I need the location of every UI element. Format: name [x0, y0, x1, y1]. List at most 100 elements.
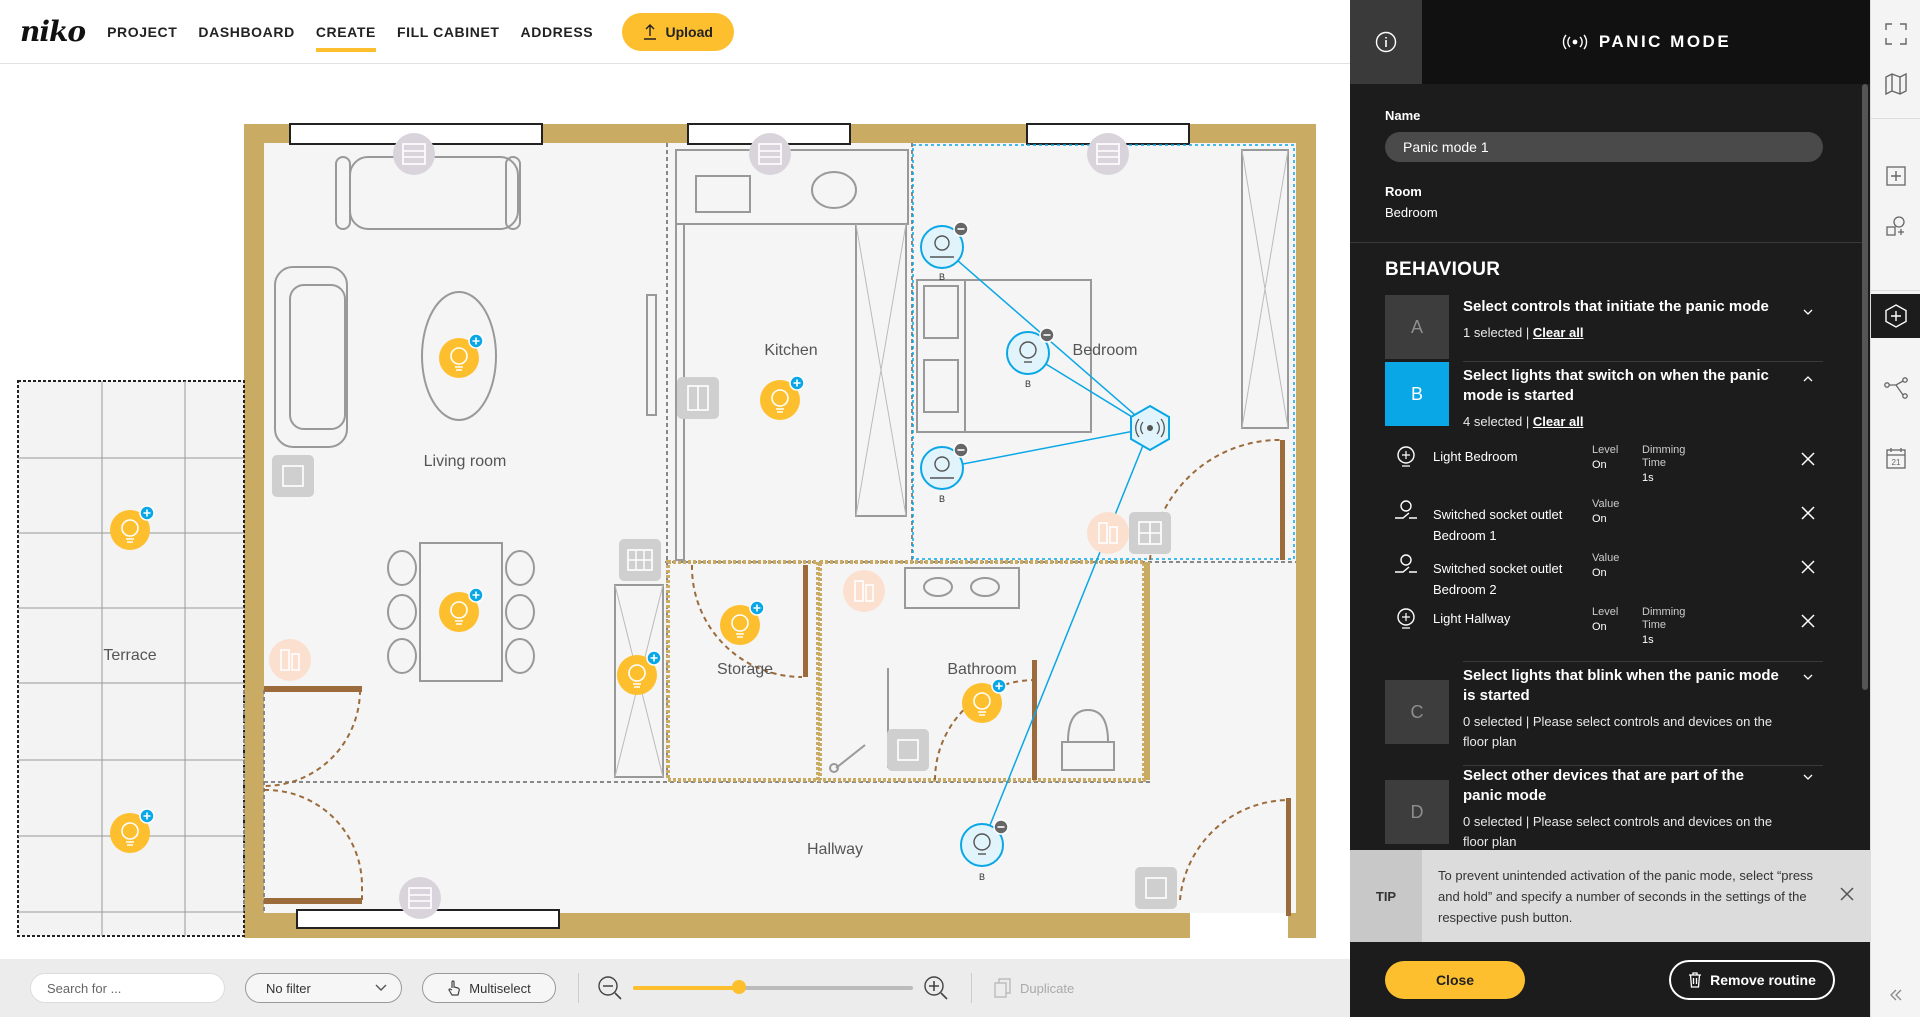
- device-value-value: On: [1592, 513, 1607, 525]
- upload-icon: [644, 23, 657, 40]
- step-b-content: Select lights that switch on when the pa…: [1449, 362, 1823, 429]
- step-b-title: Select lights that switch on when the pa…: [1463, 367, 1769, 404]
- remove-routine-button[interactable]: Remove routine: [1669, 959, 1835, 1000]
- device-row-light-hallway[interactable]: Light Hallway Level On Dimming Time 1s: [1385, 604, 1823, 658]
- step-c-separator: |: [1522, 714, 1533, 729]
- zoom-slider-fill: [633, 986, 740, 990]
- room-label-hallway[interactable]: Hallway: [807, 841, 863, 859]
- zoom-slider-handle[interactable]: [732, 980, 747, 994]
- search-input[interactable]: [30, 973, 225, 1003]
- info-tab[interactable]: [1350, 0, 1422, 84]
- bulb-icon: [1397, 446, 1415, 467]
- device-row-socket-bedroom-1[interactable]: Switched socket outlet Bedroom 1 Value On: [1385, 496, 1823, 550]
- panel-scrollbar[interactable]: [1862, 84, 1868, 690]
- step-c[interactable]: C Select lights that blink when the pani…: [1385, 666, 1823, 766]
- step-a-status: 1 selected | Clear all: [1463, 323, 1787, 343]
- add-shapes-button[interactable]: [1871, 204, 1920, 248]
- step-b-count: 4 selected: [1463, 414, 1523, 429]
- zoom-in-icon[interactable]: [923, 975, 949, 1001]
- connections-button[interactable]: [1871, 366, 1920, 410]
- panel-header: PANIC MODE: [1350, 0, 1870, 84]
- zoom-slider[interactable]: [633, 980, 913, 994]
- close-icon[interactable]: [1840, 887, 1854, 901]
- room-label-terrace[interactable]: Terrace: [103, 647, 156, 665]
- step-b-status: 4 selected | Clear all: [1463, 412, 1787, 432]
- multiselect-button[interactable]: Multiselect: [422, 973, 556, 1003]
- zoom-out-icon[interactable]: [597, 975, 623, 1001]
- device-dimming-value: 1s: [1642, 472, 1654, 484]
- filter-select[interactable]: No filter: [245, 973, 402, 1003]
- floorplan-drawing: [17, 123, 1316, 938]
- step-a-clear-all[interactable]: Clear all: [1533, 325, 1584, 340]
- nav-project[interactable]: PROJECT: [107, 18, 177, 46]
- chevron-up-icon[interactable]: [1803, 374, 1813, 384]
- room-label-storage[interactable]: Storage: [717, 661, 773, 679]
- close-icon[interactable]: [1801, 560, 1815, 574]
- device-dimming: Dimming Time 1s: [1642, 606, 1698, 647]
- step-a-separator: |: [1522, 325, 1533, 340]
- duplicate-button[interactable]: Duplicate: [994, 978, 1074, 998]
- niko-logo[interactable]: niko: [20, 15, 86, 48]
- device-row-socket-bedroom-2[interactable]: Switched socket outlet Bedroom 2 Value On: [1385, 550, 1823, 604]
- step-a-content: Select controls that initiate the panic …: [1449, 295, 1823, 362]
- nav-create[interactable]: CREATE: [315, 18, 377, 52]
- room-label-bathroom[interactable]: Bathroom: [947, 661, 1016, 679]
- room-value: Bedroom: [1385, 205, 1438, 220]
- device-tag-b: B: [938, 272, 946, 282]
- bottom-toolbar: No filter Multiselect Duplicate: [0, 959, 1350, 1017]
- duplicate-label: Duplicate: [1020, 980, 1075, 996]
- device-level-label: Level: [1592, 444, 1619, 456]
- multiselect-label: Multiselect: [469, 980, 531, 996]
- add-icon: [1886, 166, 1906, 186]
- chevron-down-icon[interactable]: [1803, 672, 1813, 682]
- divider: [1871, 118, 1920, 119]
- step-c-count: 0 selected: [1463, 714, 1523, 729]
- step-c-status: 0 selected | Please select controls and …: [1463, 712, 1787, 752]
- step-b[interactable]: B Select lights that switch on when the …: [1385, 362, 1823, 429]
- step-a[interactable]: A Select controls that initiate the pani…: [1385, 295, 1823, 362]
- panel-body[interactable]: Name Room Bedroom BEHAVIOUR A Select con…: [1350, 84, 1862, 850]
- device-tag-b: B: [978, 872, 986, 882]
- upload-button[interactable]: Upload: [622, 12, 735, 51]
- toolbar-divider: [971, 973, 972, 1003]
- routines-button[interactable]: [1871, 294, 1920, 338]
- collapse-rail-button[interactable]: [1871, 980, 1920, 1010]
- chevron-down-icon[interactable]: [1803, 772, 1813, 782]
- tip-text-container: To prevent unintended activation of the …: [1422, 850, 1870, 942]
- fullscreen-button[interactable]: [1871, 12, 1920, 56]
- nav-fill-cabinet[interactable]: FILL CABINET: [397, 18, 500, 46]
- fullscreen-icon: [1885, 23, 1907, 45]
- close-icon[interactable]: [1801, 506, 1815, 520]
- step-d-title: Select other devices that are part of th…: [1463, 767, 1744, 804]
- device-row-light-bedroom[interactable]: Light Bedroom Level On Dimming Time 1s: [1385, 442, 1823, 496]
- step-d[interactable]: D Select other devices that are part of …: [1385, 766, 1823, 850]
- device-level: Level On: [1592, 606, 1618, 634]
- chevron-down-icon: [375, 984, 387, 991]
- connections-icon: [1884, 377, 1908, 399]
- main-nav: PROJECT DASHBOARD CREATE FILL CABINET AD…: [107, 18, 614, 52]
- panel-title: PANIC MODE: [1422, 32, 1870, 52]
- calendar-button[interactable]: 21: [1871, 436, 1920, 480]
- close-icon[interactable]: [1801, 452, 1815, 466]
- room-label-living-room[interactable]: Living room: [424, 453, 507, 471]
- hand-pointer-icon: [448, 980, 461, 996]
- floorplan-canvas[interactable]: Living room Kitchen Bedroom Terrace Stor…: [0, 64, 1350, 959]
- close-button[interactable]: Close: [1385, 960, 1525, 999]
- add-button[interactable]: [1871, 154, 1920, 198]
- chevron-down-icon[interactable]: [1803, 307, 1813, 317]
- shapes-add-icon: [1886, 216, 1905, 236]
- room-label-bedroom[interactable]: Bedroom: [1073, 342, 1138, 360]
- name-label: Name: [1385, 108, 1421, 123]
- calendar-icon: 21: [1886, 448, 1906, 469]
- step-d-count: 0 selected: [1463, 814, 1523, 829]
- room-label-kitchen[interactable]: Kitchen: [764, 342, 817, 360]
- nav-dashboard[interactable]: DASHBOARD: [198, 18, 294, 46]
- close-icon[interactable]: [1801, 614, 1815, 628]
- duplicate-icon: [994, 978, 1011, 998]
- step-b-clear-all[interactable]: Clear all: [1533, 414, 1584, 429]
- tip-box: TIP To prevent unintended activation of …: [1350, 850, 1870, 942]
- device-value-label: Value: [1592, 498, 1620, 510]
- nav-address[interactable]: ADDRESS: [521, 18, 594, 46]
- name-field[interactable]: [1385, 132, 1823, 162]
- map-button[interactable]: [1871, 62, 1920, 106]
